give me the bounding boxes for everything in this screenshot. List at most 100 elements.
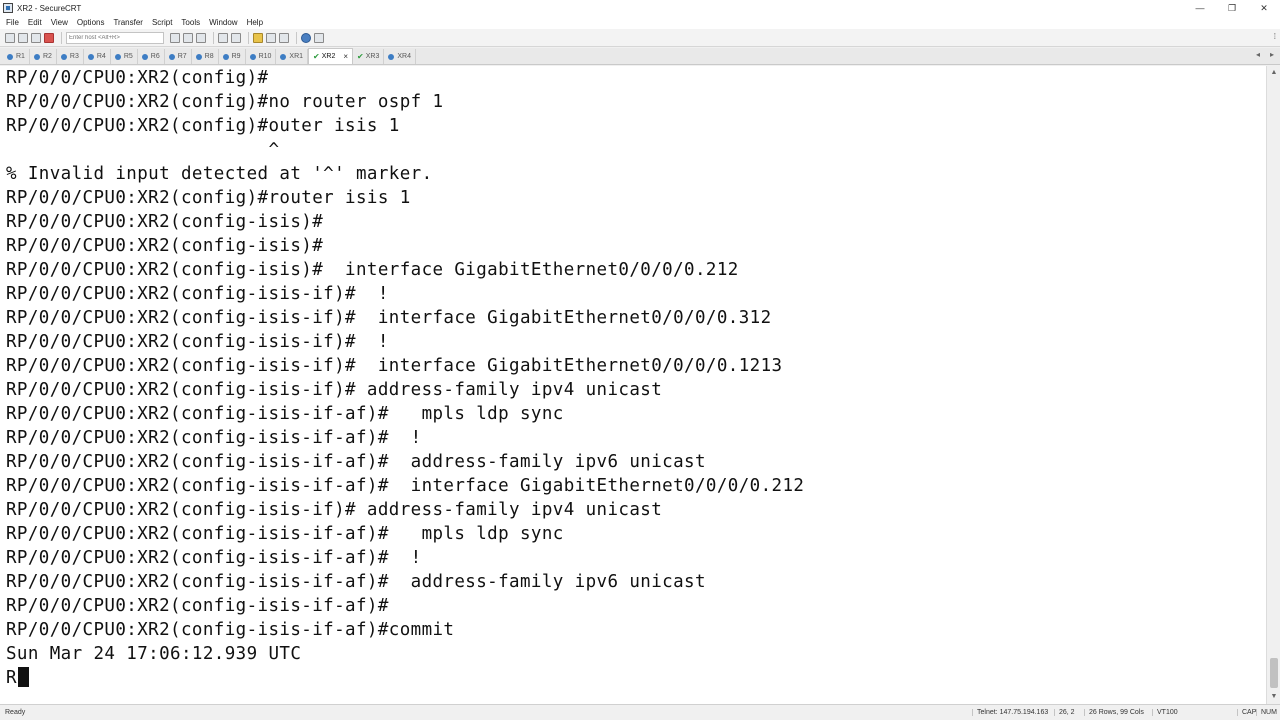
- tab-label: R9: [231, 53, 241, 60]
- find-icon[interactable]: [196, 32, 206, 43]
- terminal-line: RP/0/0/CPU0:XR2(config-isis-if-af)# mpls…: [6, 524, 564, 544]
- disconnect-icon[interactable]: [44, 32, 54, 43]
- tab-label: R3: [69, 53, 79, 60]
- tab-label: R4: [96, 53, 106, 60]
- session-tab-bar: R1 R2 R3 R4 R5 R6 R7 R8 R9 R10 XR1 ✔ XR2 ×…: [0, 48, 1280, 65]
- tab-r3[interactable]: R3: [57, 49, 84, 64]
- tab-label: R2: [42, 53, 52, 60]
- terminal-line: RP/0/0/CPU0:XR2(config-isis-if)# address…: [6, 500, 663, 520]
- tab-close-icon[interactable]: ×: [343, 52, 348, 61]
- menu-file[interactable]: File: [6, 18, 19, 27]
- tab-xr4[interactable]: XR4: [384, 49, 416, 64]
- tab-r6[interactable]: R6: [138, 49, 165, 64]
- terminal-output[interactable]: RP/0/0/CPU0:XR2(config)# RP/0/0/CPU0:XR2…: [0, 66, 1266, 704]
- menu-view[interactable]: View: [51, 18, 68, 27]
- tab-scroll-right-icon[interactable]: ▸: [1270, 50, 1274, 59]
- quick-connect-icon[interactable]: [18, 32, 28, 43]
- tab-label: R6: [150, 53, 160, 60]
- menu-transfer[interactable]: Transfer: [113, 18, 143, 27]
- scroll-up-arrow-icon[interactable]: ▲: [1267, 66, 1280, 80]
- session-status-icon: [60, 53, 67, 60]
- terminal-line: RP/0/0/CPU0:XR2(config-isis-if-af)# !: [6, 428, 422, 448]
- tab-r10[interactable]: R10: [246, 49, 277, 64]
- toolbar-separator: [61, 31, 62, 44]
- menu-edit[interactable]: Edit: [28, 18, 42, 27]
- tab-r4[interactable]: R4: [84, 49, 111, 64]
- tab-label: R5: [123, 53, 133, 60]
- toolbar: ⁞: [0, 29, 1280, 47]
- terminal-input-line[interactable]: R: [6, 666, 1266, 690]
- terminal-line: RP/0/0/CPU0:XR2(config-isis)#: [6, 236, 324, 256]
- paste-icon[interactable]: [183, 32, 193, 43]
- global-options-icon[interactable]: [266, 32, 276, 43]
- restore-button[interactable]: ❐: [1216, 0, 1248, 16]
- menu-window[interactable]: Window: [209, 18, 237, 27]
- terminal-line: RP/0/0/CPU0:XR2(config)#no router ospf 1: [6, 92, 444, 112]
- enter-host-input[interactable]: [66, 31, 164, 44]
- settings-icon[interactable]: [231, 32, 241, 43]
- terminal-line: RP/0/0/CPU0:XR2(config-isis-if)# interfa…: [6, 308, 772, 328]
- window-controls: — ❐ ✕: [1184, 0, 1280, 16]
- tab-xr2[interactable]: ✔ XR2 ×: [308, 48, 354, 64]
- session-status-icon: [33, 53, 40, 60]
- tab-label: R10: [258, 53, 272, 60]
- terminal-line: RP/0/0/CPU0:XR2(config-isis-if-af)# inte…: [6, 476, 805, 496]
- menu-bar: File Edit View Options Transfer Script T…: [0, 16, 1280, 29]
- tab-r8[interactable]: R8: [192, 49, 219, 64]
- scroll-down-arrow-icon[interactable]: ▼: [1267, 690, 1280, 704]
- toolbar-grip-icon: ⁞: [1273, 32, 1276, 41]
- scroll-thumb[interactable]: [1270, 658, 1278, 688]
- terminal-line: RP/0/0/CPU0:XR2(config-isis)#: [6, 212, 324, 232]
- print-icon[interactable]: [218, 32, 228, 43]
- session-status-icon: [249, 53, 256, 60]
- terminal-line: RP/0/0/CPU0:XR2(config-isis-if)# address…: [6, 380, 663, 400]
- tab-label: R7: [177, 53, 187, 60]
- tab-r7[interactable]: R7: [165, 49, 192, 64]
- session-status-icon: [195, 53, 202, 60]
- tab-label: XR2: [321, 53, 336, 60]
- tab-label: R8: [204, 53, 214, 60]
- menu-script[interactable]: Script: [152, 18, 172, 27]
- tab-label: XR4: [397, 53, 411, 60]
- tab-scroll-left-icon[interactable]: ◂: [1256, 50, 1260, 59]
- session-status-icon: [168, 53, 175, 60]
- window-title: XR2 - SecureCRT: [17, 3, 82, 13]
- terminal-scrollbar[interactable]: ▲ ▼: [1266, 66, 1280, 704]
- terminal-line: ^: [6, 140, 280, 160]
- menu-help[interactable]: Help: [247, 18, 263, 27]
- terminal-line: RP/0/0/CPU0:XR2(config-isis-if-af)# !: [6, 548, 422, 568]
- keymap-icon[interactable]: [314, 32, 324, 43]
- terminal-line: RP/0/0/CPU0:XR2(config-isis-if-af)#commi…: [6, 620, 455, 640]
- menu-tools[interactable]: Tools: [181, 18, 200, 27]
- terminal-cursor: [17, 667, 29, 687]
- terminal-line: RP/0/0/CPU0:XR2(config-isis-if)# interfa…: [6, 356, 783, 376]
- toolbar-separator: [296, 31, 297, 44]
- terminal-line: RP/0/0/CPU0:XR2(config-isis)# interface …: [6, 260, 739, 280]
- tab-xr1[interactable]: XR1: [276, 49, 309, 64]
- sftp-icon[interactable]: [279, 32, 289, 43]
- help-icon[interactable]: [301, 32, 311, 43]
- tab-r5[interactable]: R5: [111, 49, 138, 64]
- terminal-line: RP/0/0/CPU0:XR2(config-isis-if-af)# mpls…: [6, 404, 564, 424]
- menu-options[interactable]: Options: [77, 18, 105, 27]
- connected-check-icon: ✔: [357, 52, 364, 61]
- close-button[interactable]: ✕: [1248, 0, 1280, 16]
- session-status-icon: [222, 53, 229, 60]
- title-bar: XR2 - SecureCRT — ❐ ✕: [0, 0, 1280, 16]
- connect-tab-icon[interactable]: [31, 32, 41, 43]
- toolbar-separator: [248, 31, 249, 44]
- terminal-line: RP/0/0/CPU0:XR2(config-isis-if)# !: [6, 332, 389, 352]
- session-status-icon: [388, 53, 395, 60]
- current-input: R: [6, 668, 17, 688]
- terminal-line: RP/0/0/CPU0:XR2(config-isis-if)# !: [6, 284, 389, 304]
- tab-r2[interactable]: R2: [30, 49, 57, 64]
- tab-xr3[interactable]: ✔ XR3: [353, 49, 385, 64]
- tab-r1[interactable]: R1: [3, 49, 30, 64]
- terminal-line: RP/0/0/CPU0:XR2(config-isis-if-af)# addr…: [6, 452, 706, 472]
- tab-label: XR3: [365, 53, 380, 60]
- session-options-icon[interactable]: [253, 32, 263, 43]
- minimize-button[interactable]: —: [1184, 0, 1216, 16]
- tab-r9[interactable]: R9: [219, 49, 246, 64]
- copy-icon[interactable]: [170, 32, 180, 43]
- connect-icon[interactable]: [5, 32, 15, 43]
